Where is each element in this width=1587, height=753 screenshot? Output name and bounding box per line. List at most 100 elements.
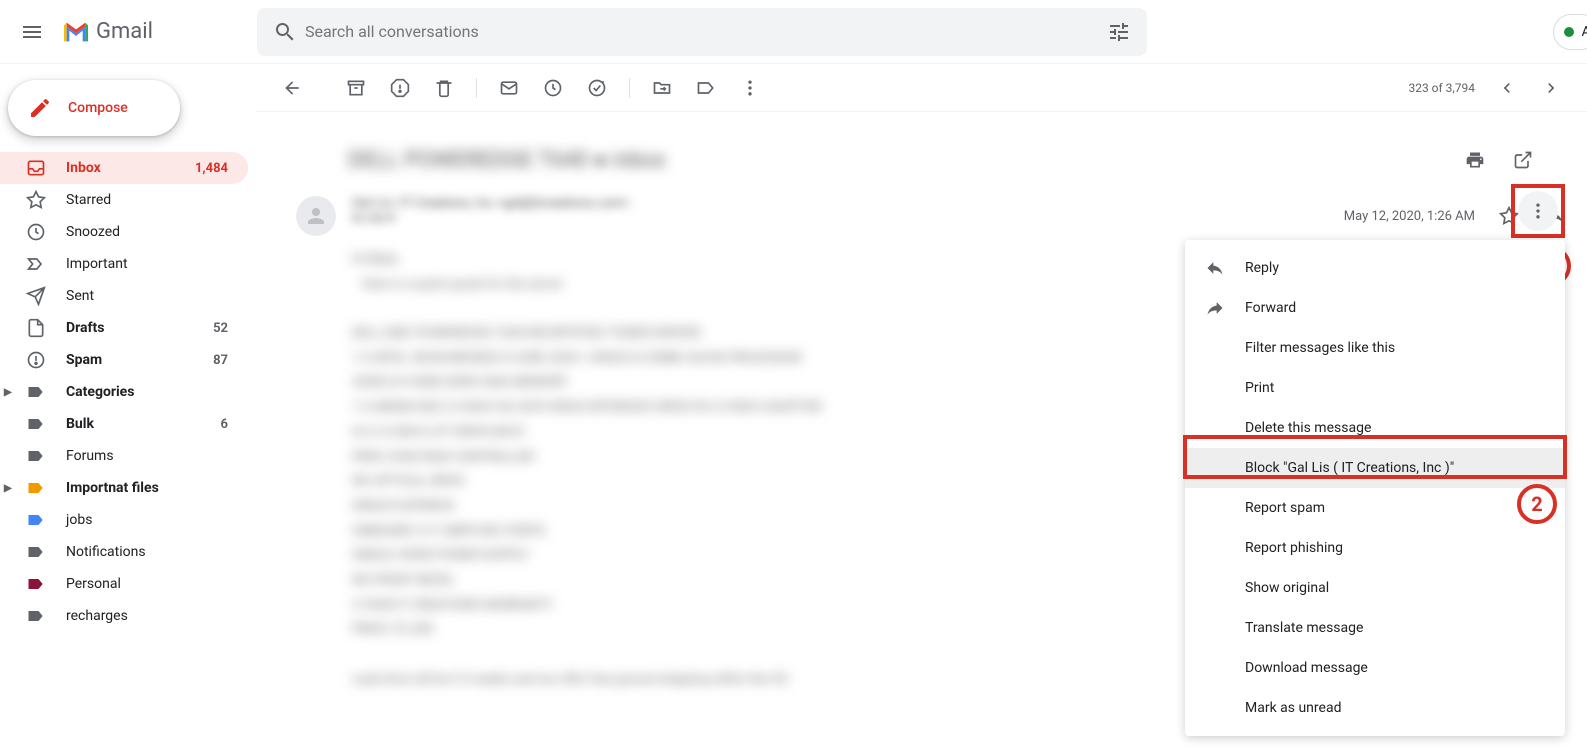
mail-icon xyxy=(499,78,519,98)
trash-icon xyxy=(434,78,454,98)
menu-item-reply[interactable]: Reply xyxy=(1185,248,1565,288)
newer-button[interactable] xyxy=(1487,68,1527,108)
label-icon xyxy=(26,606,46,626)
sidebar-item-forums[interactable]: Forums xyxy=(0,440,248,472)
labels-button[interactable] xyxy=(686,68,726,108)
menu-item-label: Forward xyxy=(1245,300,1296,316)
sidebar-item-categories[interactable]: ▶Categories xyxy=(0,376,248,408)
sender-avatar[interactable] xyxy=(296,196,336,236)
back-button[interactable] xyxy=(272,68,312,108)
menu-item-show-original[interactable]: Show original xyxy=(1185,568,1565,608)
snooze-button[interactable] xyxy=(533,68,573,108)
caret-icon: ▶ xyxy=(4,387,12,398)
sidebar-item-bulk[interactable]: Bulk6 xyxy=(0,408,248,440)
sidebar-item-label: Important xyxy=(66,256,236,272)
annotation-more-wrap: 1 xyxy=(1511,184,1565,238)
menu-item-label: Reply xyxy=(1245,260,1279,276)
sidebar-item-count: 87 xyxy=(213,353,236,368)
brand-text: Gmail xyxy=(96,19,153,44)
compose-button[interactable]: Compose xyxy=(8,80,180,136)
sidebar-item-label: Personal xyxy=(66,576,236,592)
archive-button[interactable] xyxy=(336,68,376,108)
menu-item-print[interactable]: Print xyxy=(1185,368,1565,408)
menu-item-label: Print xyxy=(1245,380,1274,396)
forward-icon xyxy=(1205,298,1225,318)
sidebar-item-count: 6 xyxy=(221,417,236,432)
sidebar-item-personal[interactable]: Personal xyxy=(0,568,248,600)
sender-meta: Gal Lis | IT Creations, Inc <gal@itcreat… xyxy=(352,196,630,226)
pencil-icon xyxy=(28,96,52,120)
report-spam-button[interactable] xyxy=(380,68,420,108)
sidebar-item-label: Forums xyxy=(66,448,236,464)
spam-icon xyxy=(26,350,46,370)
menu-item-download-message[interactable]: Download message xyxy=(1185,648,1565,688)
sidebar-item-count: 52 xyxy=(213,321,236,336)
menu-item-delete-this-message[interactable]: Delete this message xyxy=(1185,408,1565,448)
menu-item-mark-as-unread[interactable]: Mark as unread xyxy=(1185,688,1565,728)
search-options-button[interactable] xyxy=(1099,12,1139,52)
menu-item-forward[interactable]: Forward xyxy=(1185,288,1565,328)
sidebar-nav: Inbox1,484 Starred Snoozed Important SentDra… xyxy=(0,152,256,632)
archive-icon xyxy=(346,78,366,98)
label-icon xyxy=(26,542,46,562)
account-pill[interactable]: Ac xyxy=(1553,14,1587,50)
menu-item-label: Show original xyxy=(1245,580,1329,596)
menu-item-block-gal-lis-it-creations-inc[interactable]: Block "Gal Lis ( IT Creations, Inc )" xyxy=(1185,448,1565,488)
account-label: Ac xyxy=(1582,24,1587,40)
sidebar-item-label: Starred xyxy=(66,192,236,208)
menu-item-label: Report spam xyxy=(1245,500,1325,516)
label-orange-icon xyxy=(26,478,46,498)
mark-unread-button[interactable] xyxy=(489,68,529,108)
label-icon xyxy=(26,446,46,466)
sidebar-item-importnat-files[interactable]: ▶Importnat files xyxy=(0,472,248,504)
important-icon xyxy=(26,254,46,274)
message-toolbar: 323 of 3,794 xyxy=(256,64,1587,112)
sidebar-item-snoozed[interactable]: Snoozed xyxy=(0,216,248,248)
label-icon xyxy=(26,414,46,434)
sidebar-item-jobs[interactable]: jobs xyxy=(0,504,248,536)
print-icon xyxy=(1465,150,1485,170)
open-new-window-button[interactable] xyxy=(1503,140,1543,180)
gmail-logo[interactable]: Gmail xyxy=(60,16,153,48)
sidebar-item-label: Spam xyxy=(66,352,193,368)
label-maroon-icon xyxy=(26,574,46,594)
sidebar-item-sent[interactable]: Sent xyxy=(0,280,248,312)
print-button[interactable] xyxy=(1455,140,1495,180)
older-button[interactable] xyxy=(1531,68,1571,108)
more-toolbar-button[interactable] xyxy=(730,68,770,108)
main-menu-button[interactable] xyxy=(8,8,56,56)
person-icon xyxy=(304,204,328,228)
menu-item-translate-message[interactable]: Translate message xyxy=(1185,608,1565,648)
sidebar-item-label: Snoozed xyxy=(66,224,236,240)
sidebar-item-spam[interactable]: Spam 87 xyxy=(0,344,248,376)
label-blue-icon xyxy=(26,510,46,530)
menu-item-label: Block "Gal Lis ( IT Creations, Inc )" xyxy=(1245,460,1454,476)
sidebar-item-drafts[interactable]: Drafts52 xyxy=(0,312,248,344)
search-bar xyxy=(257,8,1147,56)
add-to-tasks-button[interactable] xyxy=(577,68,617,108)
sidebar-item-starred[interactable]: Starred xyxy=(0,184,248,216)
menu-item-label: Delete this message xyxy=(1245,420,1371,436)
status-dot-icon xyxy=(1564,27,1574,37)
message-more-button[interactable] xyxy=(1518,191,1558,231)
search-input[interactable] xyxy=(305,22,1099,41)
sidebar-item-important[interactable]: Important xyxy=(0,248,248,280)
more-vert-icon xyxy=(1528,201,1548,221)
label-icon xyxy=(696,78,716,98)
menu-item-report-spam[interactable]: Report spam xyxy=(1185,488,1565,528)
search-button[interactable] xyxy=(265,12,305,52)
chevron-left-icon xyxy=(1497,78,1517,98)
move-to-button[interactable] xyxy=(642,68,682,108)
sidebar-item-label: jobs xyxy=(66,512,236,528)
chevron-right-icon xyxy=(1541,78,1561,98)
sidebar-item-label: Importnat files xyxy=(66,480,236,496)
sidebar-item-notifications[interactable]: Notifications xyxy=(0,536,248,568)
sidebar-item-recharges[interactable]: recharges xyxy=(0,600,248,632)
sidebar-item-inbox[interactable]: Inbox1,484 xyxy=(0,152,248,184)
spam-icon xyxy=(390,78,410,98)
delete-button[interactable] xyxy=(424,68,464,108)
menu-item-filter-messages-like-this[interactable]: Filter messages like this xyxy=(1185,328,1565,368)
message-more-menu: Reply Forward Filter messages like this Pri… xyxy=(1185,240,1565,736)
sidebar-item-label: Inbox xyxy=(66,160,175,176)
menu-item-report-phishing[interactable]: Report phishing xyxy=(1185,528,1565,568)
